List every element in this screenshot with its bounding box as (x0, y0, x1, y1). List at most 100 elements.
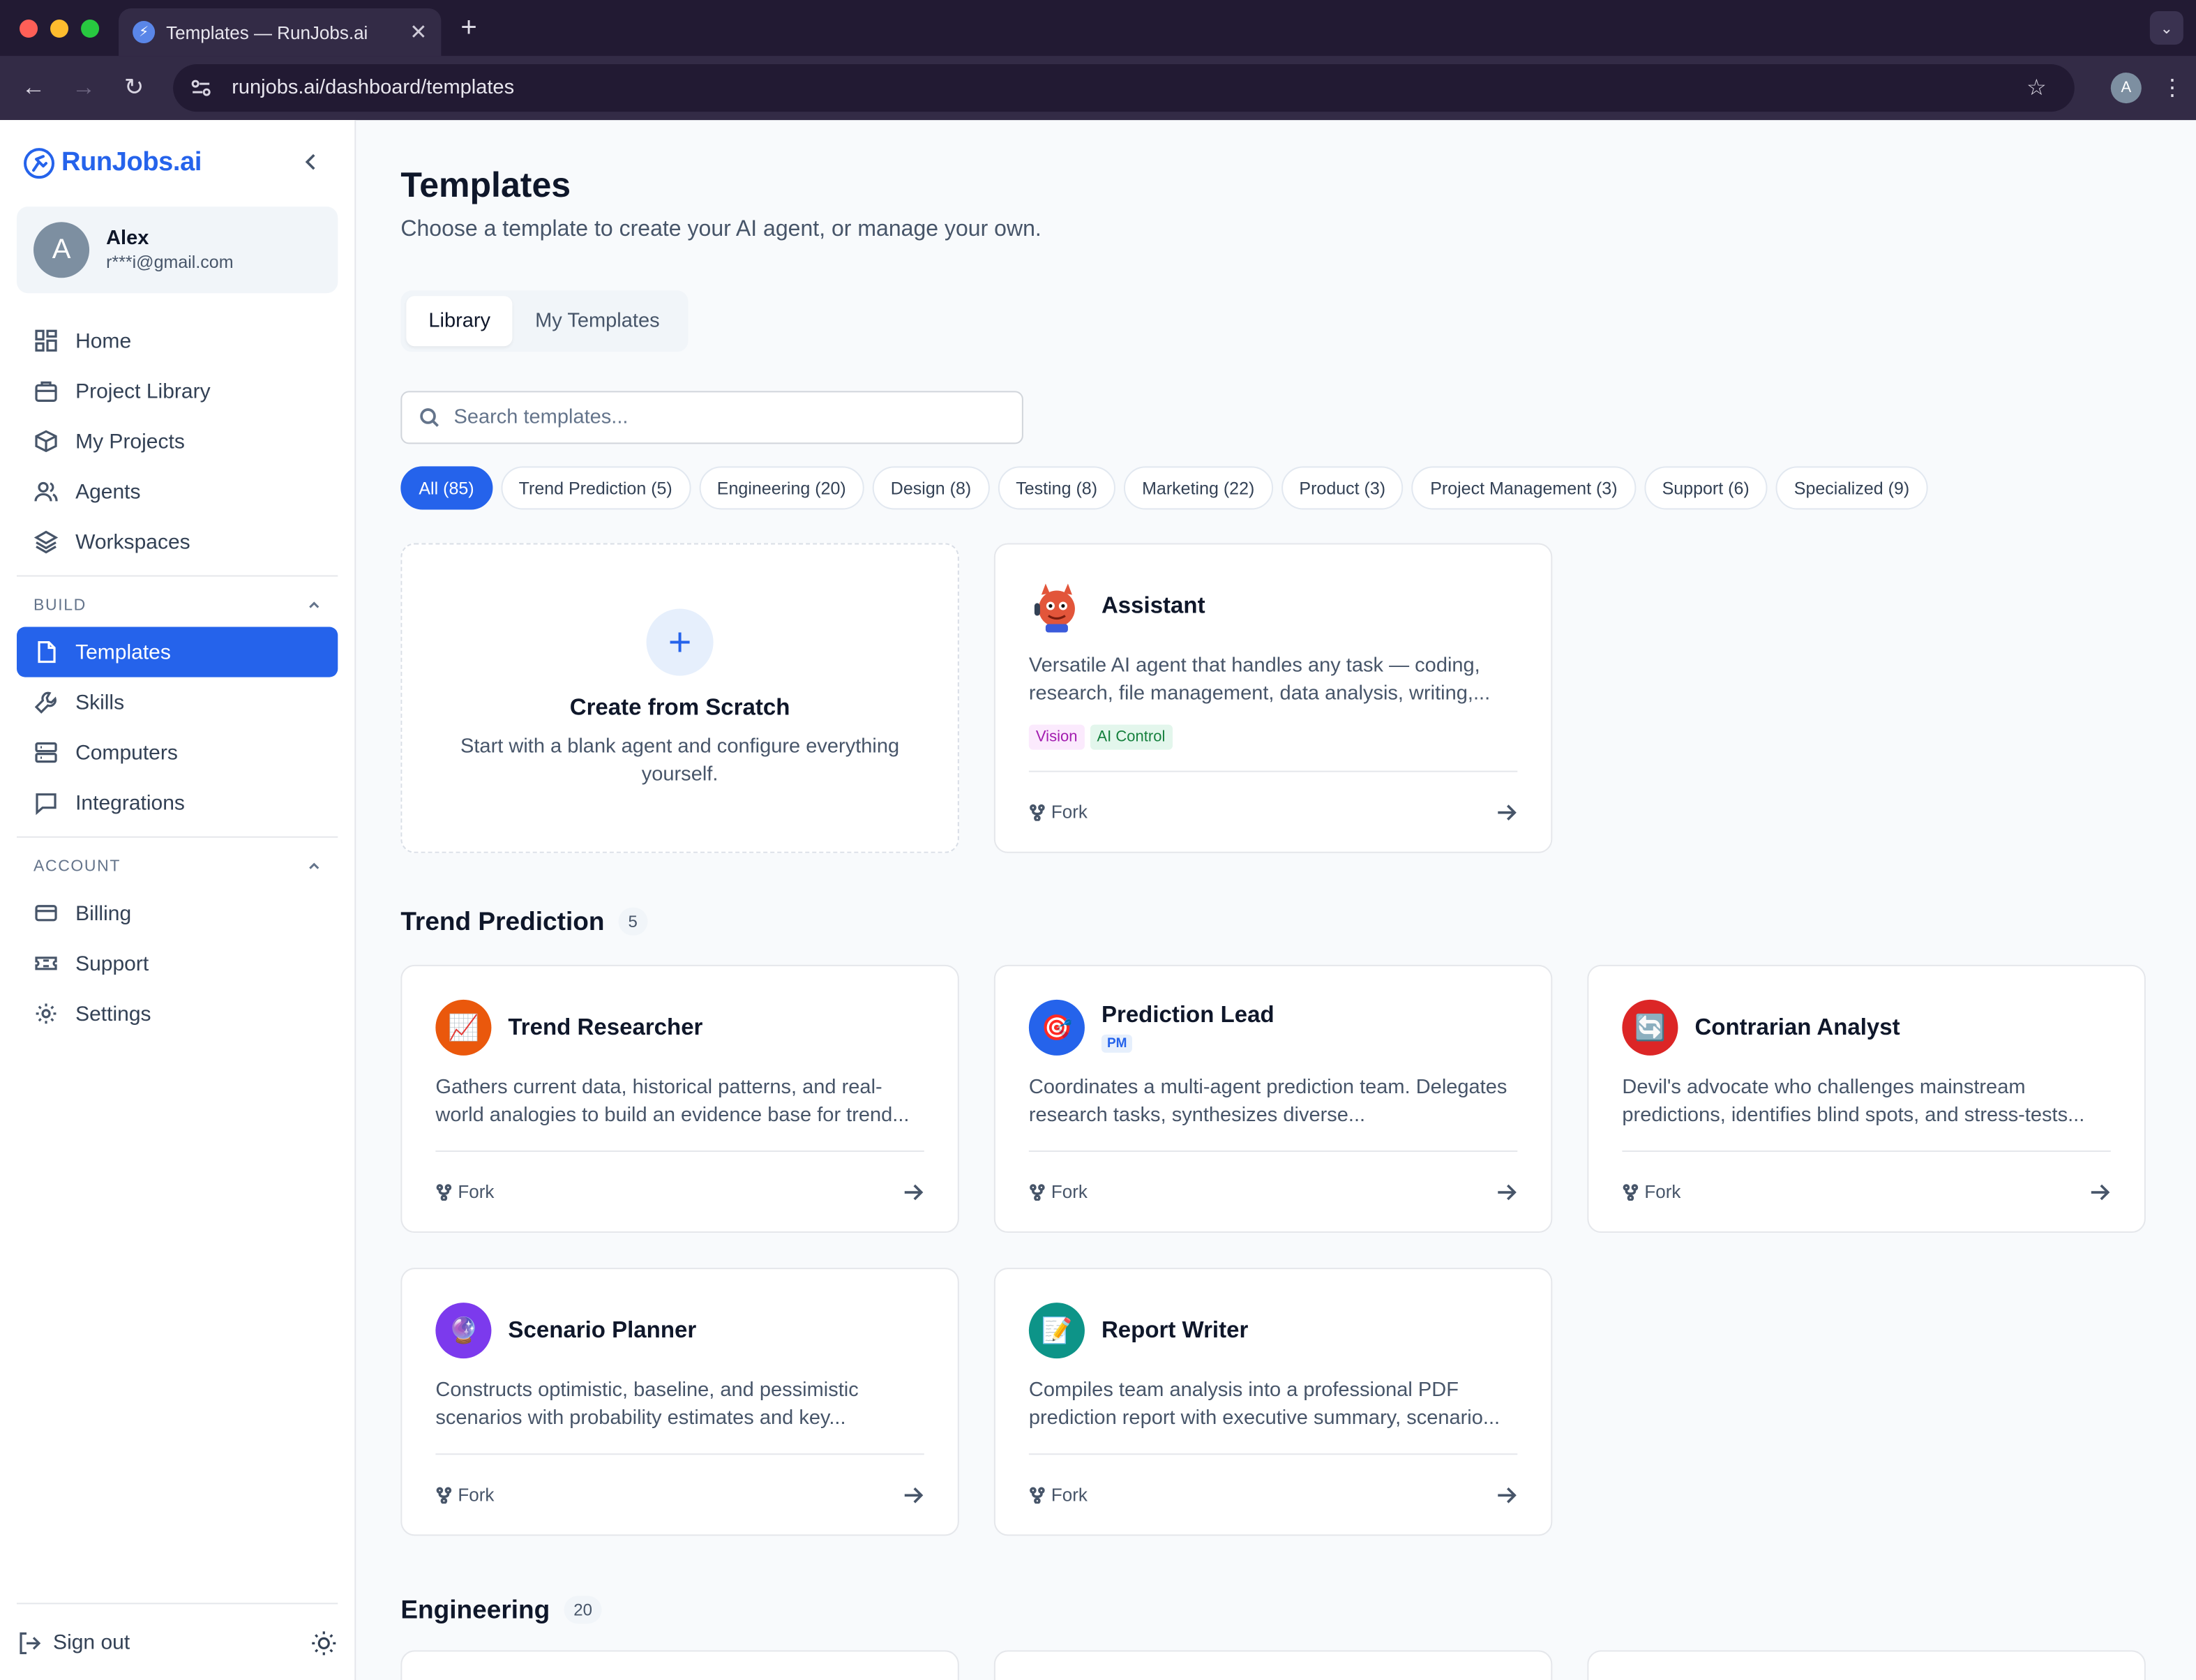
arrow-right-icon[interactable] (902, 1483, 924, 1506)
browser-tab-title: Templates — RunJobs.ai (166, 22, 368, 43)
ticket-icon (35, 957, 57, 970)
page-subtitle: Choose a template to create your AI agen… (400, 218, 1041, 242)
divider (17, 575, 338, 577)
sidebar-item-project-library[interactable]: Project Library (17, 366, 338, 416)
sidebar-item-label: My Projects (75, 429, 185, 453)
card-footer: Fork (435, 1150, 924, 1231)
filter-chip-testing[interactable]: Testing (8) (998, 466, 1116, 510)
bookmark-star-icon[interactable]: ☆ (2026, 74, 2047, 102)
browser-tab[interactable]: ⚡ Templates — RunJobs.ai ✕ (119, 8, 442, 57)
filter-chip-product[interactable]: Product (3) (1281, 466, 1404, 510)
filter-chip-trend-prediction[interactable]: Trend Prediction (5) (500, 466, 691, 510)
fork-button[interactable]: Fork (1029, 802, 1088, 823)
arrow-right-icon[interactable] (902, 1180, 924, 1203)
sidebar-item-computers[interactable]: Computers (17, 728, 338, 778)
gear-icon (36, 1003, 57, 1024)
card-footer: Fork (1028, 1150, 1518, 1231)
avatar: A (33, 222, 90, 278)
build-section-toggle[interactable]: BUILD (17, 585, 338, 627)
account-section-toggle[interactable]: ACCOUNT (17, 846, 338, 888)
card-title: Contrarian Analyst (1694, 1014, 1900, 1040)
template-card-report-writer[interactable]: 📝 Report Writer Compiles team analysis i… (993, 1268, 1553, 1536)
runjobs-favicon-icon: ⚡ (133, 21, 156, 44)
fork-button[interactable]: Fork (1029, 1484, 1088, 1505)
maximize-window-button[interactable] (81, 19, 100, 38)
close-window-button[interactable] (20, 19, 38, 38)
arrow-right-icon[interactable] (1495, 1180, 1517, 1203)
divider (17, 836, 338, 838)
arrow-right-icon[interactable] (2089, 1180, 2111, 1203)
credit-card-icon (35, 905, 57, 922)
sidebar-item-label: Support (75, 951, 149, 975)
sidebar-item-templates[interactable]: Templates (17, 627, 338, 677)
filter-chip-project-management[interactable]: Project Management (3) (1412, 466, 1636, 510)
crystal-ball-icon: 🔮 (435, 1303, 492, 1359)
build-section-label: BUILD (33, 597, 87, 615)
back-icon[interactable]: ← (14, 68, 53, 107)
fork-button[interactable]: Fork (1029, 1181, 1088, 1202)
sidebar-item-label: Skills (75, 690, 125, 714)
minimize-window-button[interactable] (50, 19, 69, 38)
filter-chip-engineering[interactable]: Engineering (20) (698, 466, 864, 510)
sidebar-item-integrations[interactable]: Integrations (17, 778, 338, 828)
sidebar-item-agents[interactable]: Agents (17, 466, 338, 516)
engineering-grid (400, 1650, 2153, 1680)
create-from-scratch-card[interactable]: Create from Scratch Start with a blank a… (400, 543, 959, 853)
tab-library[interactable]: Library (406, 296, 513, 347)
card-description: Compiles team analysis into a profession… (1028, 1379, 1501, 1430)
filter-chip-marketing[interactable]: Marketing (22) (1124, 466, 1273, 510)
main-content: Templates Choose a template to create yo… (356, 120, 2196, 1680)
sidebar-item-settings[interactable]: Settings (17, 989, 338, 1039)
card-footer: Fork (435, 1453, 924, 1534)
browser-menu-icon[interactable]: ⋮ (2161, 74, 2183, 102)
template-card[interactable] (993, 1650, 1553, 1680)
filter-chip-support[interactable]: Support (6) (1644, 466, 1768, 510)
sidebar-item-label: Integrations (75, 790, 185, 815)
template-card-contrarian-analyst[interactable]: 🔄 Contrarian Analyst Devil's advocate wh… (1587, 964, 2146, 1233)
filter-chip-all[interactable]: All (85) (400, 466, 492, 510)
search-input[interactable] (453, 406, 1005, 429)
user-card[interactable]: A Alex r***i@gmail.com (17, 207, 338, 294)
sidebar-item-skills[interactable]: Skills (17, 677, 338, 728)
sidebar-item-support[interactable]: Support (17, 938, 338, 989)
fork-button[interactable]: Fork (435, 1484, 494, 1505)
user-email: r***i@gmail.com (106, 253, 234, 273)
template-card-trend-researcher[interactable]: 📈 Trend Researcher Gathers current data,… (400, 964, 959, 1233)
card-title: Prediction Lead (1101, 1001, 1274, 1027)
fork-button[interactable]: Fork (1622, 1181, 1680, 1202)
sidebar-item-billing[interactable]: Billing (17, 888, 338, 938)
arrow-right-icon[interactable] (1495, 801, 1517, 823)
refresh-arrows-icon: 🔄 (1622, 999, 1678, 1056)
tab-my-templates[interactable]: My Templates (513, 296, 682, 346)
collapse-sidebar-icon[interactable] (301, 151, 321, 175)
site-settings-icon[interactable] (190, 75, 215, 100)
fork-label: Fork (1051, 801, 1088, 823)
window-controls (20, 19, 100, 38)
section-header-trend-prediction: Trend Prediction 5 (400, 906, 2153, 937)
close-tab-icon[interactable]: ✕ (409, 20, 427, 45)
forward-icon[interactable]: → (64, 68, 103, 107)
sign-out-button[interactable]: Sign out (17, 1630, 130, 1655)
sidebar-item-my-projects[interactable]: My Projects (17, 416, 338, 466)
template-card-assistant[interactable]: Assistant Versatile AI agent that handle… (993, 543, 1553, 853)
wrench-icon (34, 691, 57, 714)
template-card-scenario-planner[interactable]: 🔮 Scenario Planner Constructs optimistic… (400, 1268, 959, 1536)
address-bar[interactable]: runjobs.ai/dashboard/templates ☆ (173, 64, 2075, 112)
template-card[interactable] (400, 1650, 959, 1680)
template-card-prediction-lead[interactable]: 🎯 Prediction Lead PM Coordinates a multi… (993, 964, 1553, 1233)
filter-chip-design[interactable]: Design (8) (872, 466, 990, 510)
reload-icon[interactable]: ↻ (114, 68, 153, 107)
fork-button[interactable]: Fork (435, 1181, 494, 1202)
browser-profile-avatar[interactable]: A (2110, 73, 2142, 104)
new-tab-icon[interactable]: + (460, 12, 476, 44)
template-card[interactable] (1587, 1650, 2146, 1680)
filter-chip-specialized[interactable]: Specialized (9) (1775, 466, 1928, 510)
sidebar-item-workspaces[interactable]: Workspaces (17, 516, 338, 567)
tag-vision: Vision (1028, 724, 1085, 750)
sidebar-item-home[interactable]: Home (17, 315, 338, 366)
pm-badge: PM (1101, 1033, 1133, 1052)
tab-search-icon[interactable]: ⌄ (2149, 11, 2183, 45)
app-window: RunJobs.ai A Alex r***i@gmail.com Home P… (0, 120, 2196, 1680)
arrow-right-icon[interactable] (1495, 1483, 1517, 1506)
sun-icon[interactable] (310, 1628, 338, 1656)
